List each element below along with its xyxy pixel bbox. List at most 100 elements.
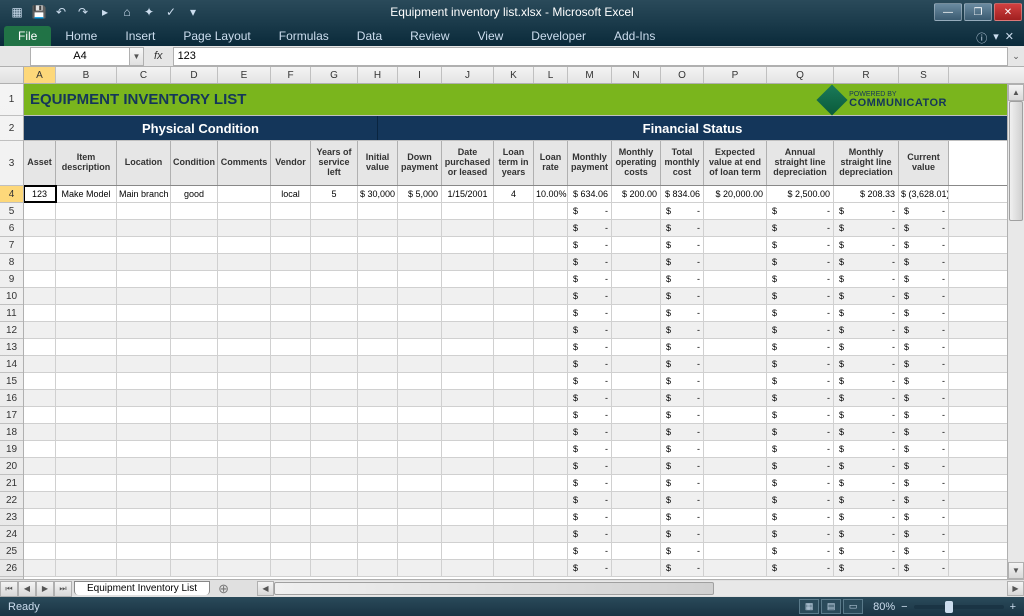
cell-F24[interactable]	[271, 526, 311, 542]
cell-S19[interactable]: $-	[899, 441, 949, 457]
cell-R8[interactable]: $-	[834, 254, 899, 270]
cell-A11[interactable]	[24, 305, 56, 321]
cell-G8[interactable]	[311, 254, 358, 270]
row-21[interactable]: 21	[0, 475, 23, 492]
horizontal-scrollbar[interactable]: ◀ ▶	[257, 581, 1024, 596]
cell-A7[interactable]	[24, 237, 56, 253]
cell-H18[interactable]	[358, 424, 398, 440]
cell-Q11[interactable]: $-	[767, 305, 834, 321]
qat-icon-2[interactable]: ⌂	[118, 3, 136, 21]
cell-D17[interactable]	[171, 407, 218, 423]
close-button[interactable]: ✕	[994, 3, 1022, 21]
cell-B17[interactable]	[56, 407, 117, 423]
qat-icon-4[interactable]: ✓	[162, 3, 180, 21]
cell-H8[interactable]	[358, 254, 398, 270]
formula-bar-expand[interactable]: ⌄	[1008, 51, 1024, 62]
row-5[interactable]: 5	[0, 203, 23, 220]
tab-data[interactable]: Data	[343, 26, 396, 46]
cell-I13[interactable]	[398, 339, 442, 355]
cell-N13[interactable]	[612, 339, 661, 355]
cell-Q4[interactable]: $ 2,500.00	[767, 186, 834, 202]
cell-Q20[interactable]: $-	[767, 458, 834, 474]
row-6[interactable]: 6	[0, 220, 23, 237]
row-3[interactable]: 3	[0, 141, 23, 186]
cell-C22[interactable]	[117, 492, 171, 508]
hscroll-track[interactable]	[274, 581, 1007, 596]
cell-P10[interactable]	[704, 288, 767, 304]
cell-L19[interactable]	[534, 441, 568, 457]
cell-M24[interactable]: $-	[568, 526, 612, 542]
col-B[interactable]: B	[56, 67, 117, 83]
cell-I18[interactable]	[398, 424, 442, 440]
cell-L14[interactable]	[534, 356, 568, 372]
cell-Q9[interactable]: $-	[767, 271, 834, 287]
cell-O20[interactable]: $-	[661, 458, 704, 474]
cell-L20[interactable]	[534, 458, 568, 474]
cell-P22[interactable]	[704, 492, 767, 508]
cell-B25[interactable]	[56, 543, 117, 559]
cell-E18[interactable]	[218, 424, 271, 440]
zoom-thumb[interactable]	[945, 601, 953, 613]
cell-S7[interactable]: $-	[899, 237, 949, 253]
cell-F18[interactable]	[271, 424, 311, 440]
cell-N19[interactable]	[612, 441, 661, 457]
formula-input[interactable]: 123	[173, 47, 1008, 66]
cell-H4[interactable]: $ 30,000	[358, 186, 398, 202]
cell-D15[interactable]	[171, 373, 218, 389]
cell-A22[interactable]	[24, 492, 56, 508]
cell-L4[interactable]: 10.00%	[534, 186, 568, 202]
cell-O9[interactable]: $-	[661, 271, 704, 287]
row-9[interactable]: 9	[0, 271, 23, 288]
cell-D6[interactable]	[171, 220, 218, 236]
cell-K23[interactable]	[494, 509, 534, 525]
cell-E26[interactable]	[218, 560, 271, 576]
cell-K22[interactable]	[494, 492, 534, 508]
cell-A19[interactable]	[24, 441, 56, 457]
cell-N26[interactable]	[612, 560, 661, 576]
cell-F16[interactable]	[271, 390, 311, 406]
row-14[interactable]: 14	[0, 356, 23, 373]
cell-M21[interactable]: $-	[568, 475, 612, 491]
cell-O24[interactable]: $-	[661, 526, 704, 542]
cell-G23[interactable]	[311, 509, 358, 525]
cell-F14[interactable]	[271, 356, 311, 372]
cell-E5[interactable]	[218, 203, 271, 219]
name-box-dropdown[interactable]: ▼	[130, 47, 144, 66]
cell-Q21[interactable]: $-	[767, 475, 834, 491]
cell-J19[interactable]	[442, 441, 494, 457]
row-19[interactable]: 19	[0, 441, 23, 458]
cell-P14[interactable]	[704, 356, 767, 372]
cell-M7[interactable]: $-	[568, 237, 612, 253]
cell-H9[interactable]	[358, 271, 398, 287]
vertical-scrollbar[interactable]: ▲ ▼	[1007, 84, 1024, 579]
cell-M19[interactable]: $-	[568, 441, 612, 457]
cell-P13[interactable]	[704, 339, 767, 355]
cell-P6[interactable]	[704, 220, 767, 236]
tab-addins[interactable]: Add-Ins	[600, 26, 669, 46]
cell-I6[interactable]	[398, 220, 442, 236]
cell-I7[interactable]	[398, 237, 442, 253]
row-25[interactable]: 25	[0, 543, 23, 560]
help-icon[interactable]: ⓘ	[976, 30, 987, 46]
col-S[interactable]: S	[899, 67, 949, 83]
cell-A21[interactable]	[24, 475, 56, 491]
col-C[interactable]: C	[117, 67, 171, 83]
cell-D26[interactable]	[171, 560, 218, 576]
cell-K12[interactable]	[494, 322, 534, 338]
cell-B5[interactable]	[56, 203, 117, 219]
cell-Q22[interactable]: $-	[767, 492, 834, 508]
cell-N22[interactable]	[612, 492, 661, 508]
tab-formulas[interactable]: Formulas	[265, 26, 343, 46]
cell-H10[interactable]	[358, 288, 398, 304]
cell-L13[interactable]	[534, 339, 568, 355]
cell-H6[interactable]	[358, 220, 398, 236]
col-Q[interactable]: Q	[767, 67, 834, 83]
cell-L11[interactable]	[534, 305, 568, 321]
cell-G12[interactable]	[311, 322, 358, 338]
cell-M20[interactable]: $-	[568, 458, 612, 474]
cell-F8[interactable]	[271, 254, 311, 270]
cell-K14[interactable]	[494, 356, 534, 372]
cell-K21[interactable]	[494, 475, 534, 491]
cell-G15[interactable]	[311, 373, 358, 389]
cell-M5[interactable]: $-	[568, 203, 612, 219]
